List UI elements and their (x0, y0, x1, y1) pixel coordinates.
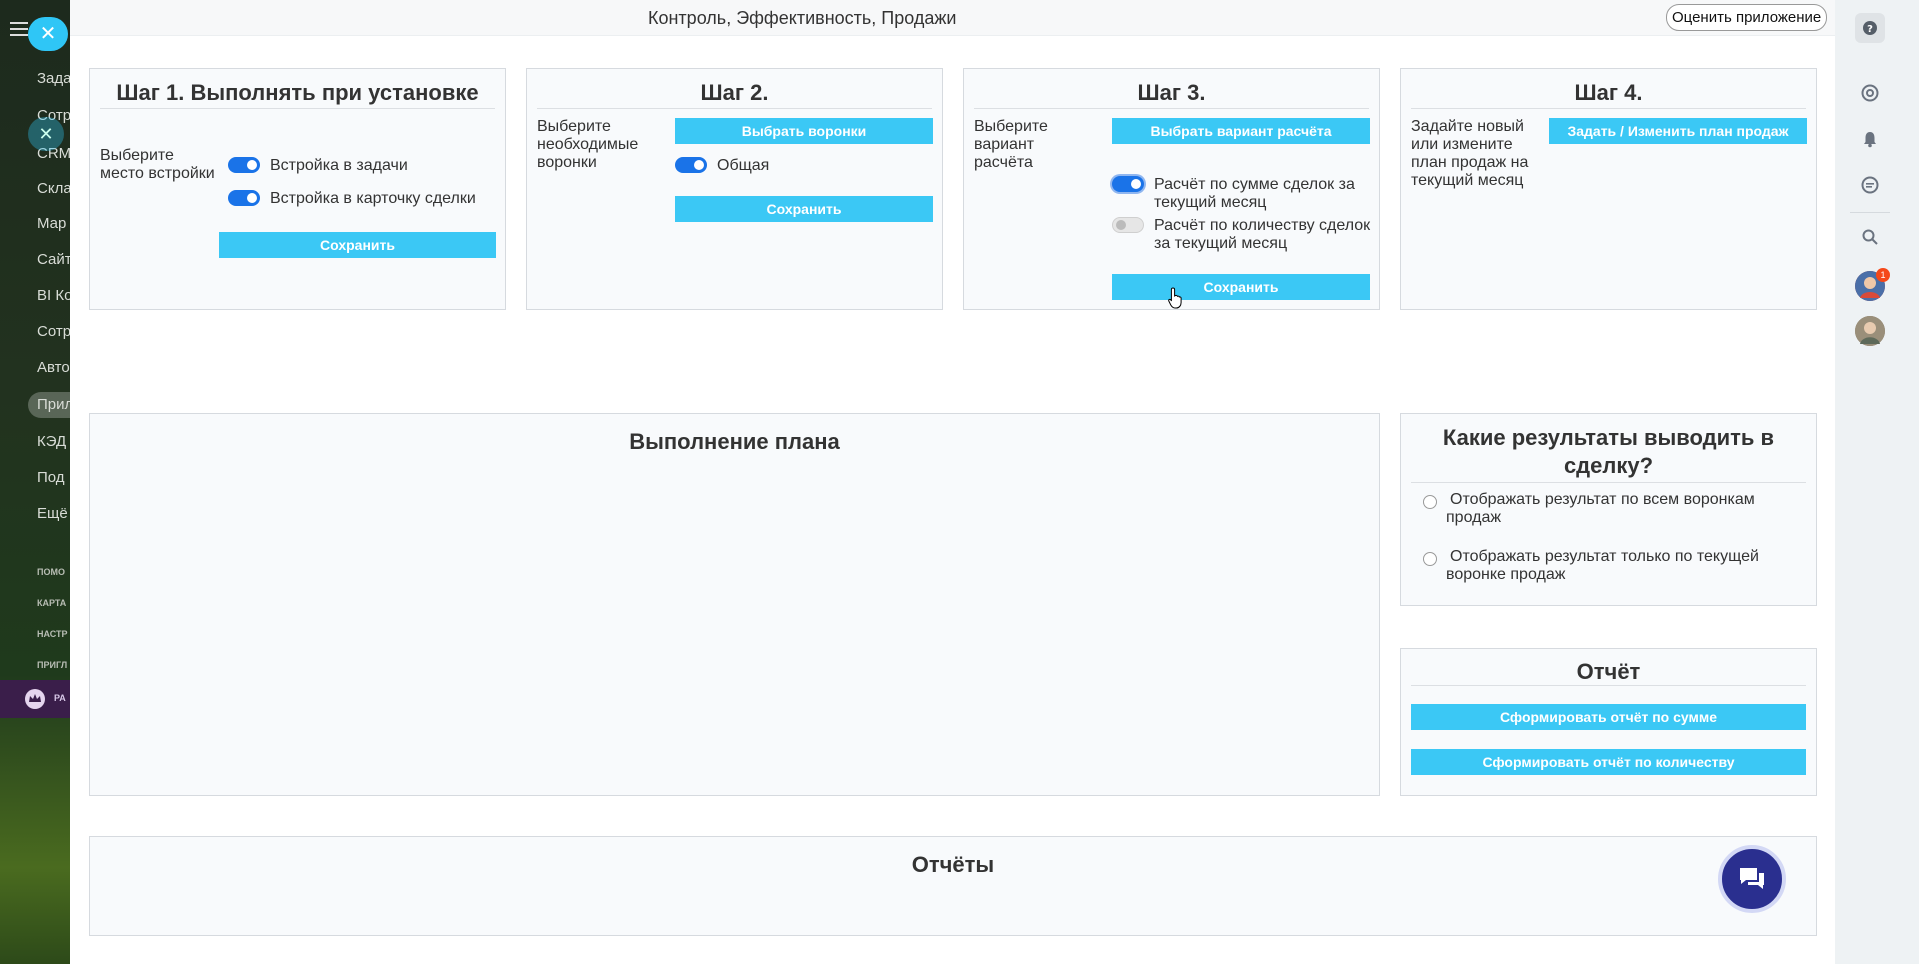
avatar-icon (1855, 316, 1885, 346)
step3-title: Шаг 3. (1137, 80, 1206, 105)
chat-icon (1740, 868, 1764, 889)
toggle-tasks-embed[interactable] (228, 157, 260, 173)
deal-results-title: Какие результаты выводить в сделку? (1442, 425, 1775, 478)
radio-all-funnels-label: Отображать результат по всем воронкам пр… (1446, 491, 1755, 526)
user-avatar-2[interactable] (1855, 316, 1885, 346)
notification-badge: 1 (1876, 268, 1890, 282)
sidebar-item[interactable]: BI Ко (37, 287, 70, 304)
radio-current-funnel-label: Отображать результат только по текущей в… (1446, 548, 1759, 583)
sidebar-item[interactable]: Зада (37, 70, 70, 87)
question-icon: ? (1863, 21, 1877, 35)
toggle-calc-by-count[interactable] (1112, 217, 1144, 233)
step4-description: Задайте новый или измените план продаж н… (1411, 118, 1529, 189)
plan-execution-title: Выполнение плана (629, 429, 840, 454)
user-avatar-1[interactable]: 1 (1855, 268, 1890, 301)
step3-card: Шаг 3. Выберите вариант расчёта Выбрать … (963, 68, 1380, 310)
crown-icon (25, 689, 45, 709)
toggle-calc-by-count-label: Расчёт по количеству сделок за текущий м… (1154, 217, 1371, 252)
deal-results-card: Какие результаты выводить в сделку? Отоб… (1400, 413, 1817, 606)
copilot-button[interactable] (1855, 78, 1885, 108)
radio-all-funnels[interactable] (1423, 495, 1437, 509)
page-title: Контроль, Эффективность, Продажи (648, 8, 957, 28)
sidebar-item[interactable]: Скла (37, 180, 70, 197)
rate-app-button[interactable]: Оценить приложение (1666, 4, 1828, 31)
plan-execution-card: Выполнение плана (89, 413, 1380, 796)
sidebar-small-item[interactable]: ПОМО (37, 567, 65, 577)
copilot-icon (1861, 84, 1879, 102)
step4-title: Шаг 4. (1574, 80, 1643, 105)
reports-card: Отчёты (89, 836, 1817, 936)
step4-card: Шаг 4. Задайте новый или измените план п… (1400, 68, 1817, 310)
toggle-calc-by-sum[interactable] (1112, 176, 1144, 192)
radio-current-funnel[interactable] (1423, 552, 1437, 566)
promo-banner[interactable]: РА (0, 680, 70, 718)
sidebar-item[interactable]: Прил (37, 396, 70, 413)
sidebar-item[interactable]: Сотр (37, 323, 70, 340)
toggle-calc-by-sum-label: Расчёт по сумме сделок за текущий месяц (1154, 176, 1355, 211)
sidebar-item[interactable]: Под (37, 469, 65, 486)
step1-title: Шаг 1. Выполнять при установке (116, 80, 479, 105)
toggle-deal-card-embed-label: Встройка в карточку сделки (270, 190, 476, 207)
close-icon: ✕ (39, 23, 57, 45)
step2-description: Выберите необходимые воронки (537, 118, 639, 171)
step3-description: Выберите вариант расчёта (974, 118, 1048, 171)
choose-funnels-button[interactable]: Выбрать воронки (675, 118, 933, 144)
app-slider: Контроль, Эффективность, Продажи Оценить… (70, 0, 1835, 964)
help-button[interactable]: ? (1855, 13, 1885, 43)
sidebar-small-item[interactable]: НАСТР (37, 629, 68, 639)
set-sales-plan-button[interactable]: Задать / Изменить план продаж (1549, 118, 1807, 144)
app-header: Контроль, Эффективность, Продажи Оценить… (70, 0, 1835, 36)
step2-card: Шаг 2. Выберите необходимые воронки Выбр… (526, 68, 943, 310)
report-by-sum-button[interactable]: Сформировать отчёт по сумме (1411, 704, 1806, 730)
search-icon (1862, 229, 1878, 245)
search-button[interactable] (1855, 222, 1885, 252)
menu-icon[interactable] (10, 22, 28, 36)
messenger-button[interactable] (1855, 170, 1885, 200)
close-slider-ghost-button[interactable]: ✕ (28, 117, 64, 151)
bell-icon (1864, 132, 1876, 148)
toolbar-separator (1850, 212, 1890, 213)
notifications-button[interactable] (1855, 124, 1885, 154)
report-by-count-button[interactable]: Сформировать отчёт по количеству (1411, 749, 1806, 775)
sidebar-item[interactable]: Ещё (37, 505, 68, 522)
sidebar-item[interactable]: КЭД (37, 433, 66, 450)
sidebar-small-item[interactable]: ПРИГЛ (37, 660, 67, 670)
report-title: Отчёт (1576, 659, 1641, 684)
sidebar-small-item[interactable]: КАРТА (37, 598, 66, 608)
step1-save-button[interactable]: Сохранить (219, 232, 496, 258)
sidebar-item[interactable]: Авто (37, 359, 70, 376)
step1-description: Выберите место встройки (100, 147, 215, 182)
chat-bubble-icon (1861, 176, 1879, 194)
choose-calc-variant-button[interactable]: Выбрать вариант расчёта (1112, 118, 1370, 144)
toggle-general-funnel[interactable] (675, 157, 707, 173)
sidebar-item[interactable]: Сайт (37, 251, 70, 268)
close-icon: ✕ (38, 124, 54, 144)
step3-save-button[interactable]: Сохранить (1112, 274, 1370, 300)
promo-text: РА (54, 693, 66, 703)
reports-title: Отчёты (911, 852, 995, 877)
sidebar-item[interactable]: Мар (37, 215, 66, 232)
svg-text:?: ? (1867, 24, 1873, 35)
toggle-tasks-embed-label: Встройка в задачи (270, 157, 408, 174)
step1-card: Шаг 1. Выполнять при установке Выберите … (89, 68, 506, 310)
close-slider-button[interactable]: ✕ (28, 17, 68, 51)
toggle-deal-card-embed[interactable] (228, 190, 260, 206)
toggle-general-funnel-label: Общая (717, 157, 770, 174)
step2-save-button[interactable]: Сохранить (675, 196, 933, 222)
chat-button[interactable] (1718, 845, 1786, 913)
report-card: Отчёт Сформировать отчёт по сумме Сформи… (1400, 648, 1817, 796)
step2-title: Шаг 2. (700, 80, 769, 105)
hand-cursor-icon (1168, 287, 1182, 309)
